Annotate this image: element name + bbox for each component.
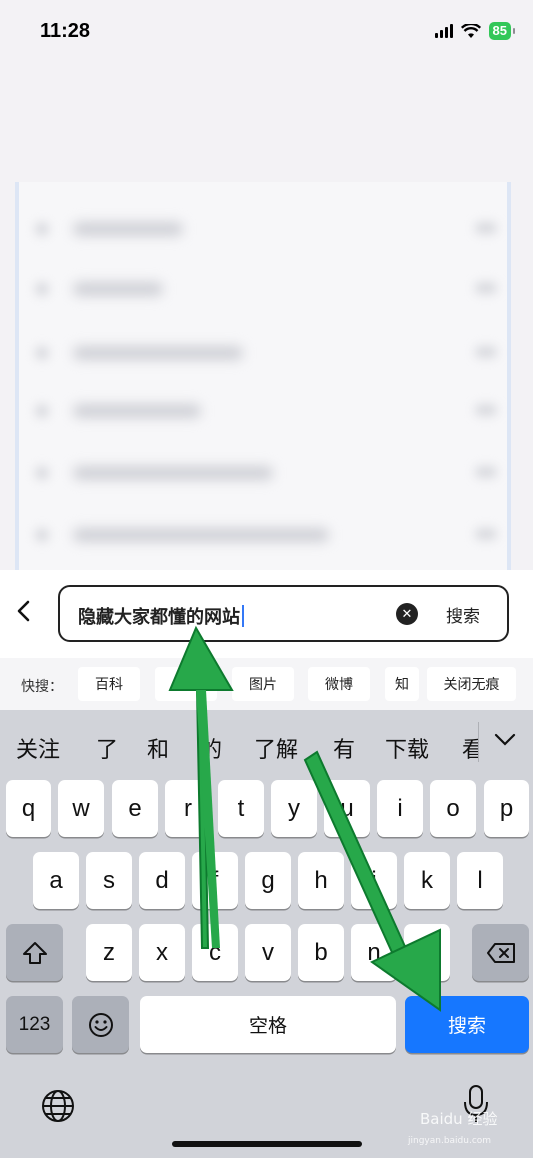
search-bar-row: 隐藏大家都懂的网站 ✕ 搜索 xyxy=(0,570,533,658)
key-h[interactable]: h xyxy=(298,852,344,909)
key-c[interactable]: c xyxy=(192,924,238,981)
candidate-word[interactable]: 和 xyxy=(147,732,169,764)
chevron-down-icon xyxy=(494,733,516,746)
key-u[interactable]: u xyxy=(324,780,370,837)
candidate-bar: 关注 了 和 的 了解 有 下载 看 xyxy=(0,710,533,778)
text-caret xyxy=(242,605,244,627)
search-input[interactable]: 隐藏大家都懂的网站 xyxy=(78,603,244,629)
wifi-icon xyxy=(460,23,481,38)
candidate-word[interactable]: 看 xyxy=(462,732,478,764)
watermark-logo: Baidu 经验 xyxy=(420,1110,498,1128)
search-submit-button[interactable]: 搜索 xyxy=(446,602,480,627)
globe-icon[interactable] xyxy=(40,1088,76,1128)
blurred-content xyxy=(15,182,511,574)
key-a[interactable]: a xyxy=(33,852,79,909)
numbers-key[interactable]: 123 xyxy=(6,996,63,1053)
key-k[interactable]: k xyxy=(404,852,450,909)
key-v[interactable]: v xyxy=(245,924,291,981)
back-button[interactable] xyxy=(14,598,46,630)
status-bar: 11:28 85 xyxy=(0,0,533,64)
key-o[interactable]: o xyxy=(430,780,476,837)
signal-icon xyxy=(434,24,453,38)
emoji-key[interactable] xyxy=(72,996,129,1053)
key-y[interactable]: y xyxy=(271,780,317,837)
chip-baike[interactable]: 百科 xyxy=(78,667,140,701)
key-p[interactable]: p xyxy=(484,780,529,837)
space-key[interactable]: 空格 xyxy=(140,996,396,1053)
quick-search-bar: 快搜： 百科 视 图片 微博 知 关闭无痕 xyxy=(0,658,533,710)
key-i[interactable]: i xyxy=(377,780,423,837)
chip-video[interactable]: 视 xyxy=(155,667,217,701)
shift-icon xyxy=(22,941,47,964)
key-q[interactable]: q xyxy=(6,780,51,837)
key-t[interactable]: t xyxy=(218,780,264,837)
candidate-word[interactable]: 的 xyxy=(200,732,222,764)
shift-key[interactable] xyxy=(6,924,63,981)
chip-close-incognito[interactable]: 关闭无痕 xyxy=(427,667,516,701)
status-time: 11:28 xyxy=(40,20,91,42)
candidate-word[interactable]: 了解 xyxy=(254,732,298,764)
chip-zhi[interactable]: 知 xyxy=(385,667,419,701)
key-l[interactable]: l xyxy=(457,852,503,909)
key-e[interactable]: e xyxy=(112,780,158,837)
candidate-word[interactable]: 下载 xyxy=(385,732,429,764)
back-arrow-icon xyxy=(17,600,30,622)
key-g[interactable]: g xyxy=(245,852,291,909)
chip-weibo[interactable]: 微博 xyxy=(308,667,370,701)
key-s[interactable]: s xyxy=(86,852,132,909)
watermark-url: jingyan.baidu.com xyxy=(408,1136,492,1146)
candidate-divider xyxy=(478,722,479,762)
search-query-text: 隐藏大家都懂的网站 xyxy=(78,607,240,628)
key-x[interactable]: x xyxy=(139,924,185,981)
key-b[interactable]: b xyxy=(298,924,344,981)
candidate-word[interactable]: 关注 xyxy=(16,732,60,764)
candidate-word[interactable]: 有 xyxy=(333,732,355,764)
candidate-word[interactable]: 了 xyxy=(96,732,118,764)
search-box[interactable]: 隐藏大家都懂的网站 ✕ 搜索 xyxy=(58,585,509,642)
key-f[interactable]: f xyxy=(192,852,238,909)
emoji-icon xyxy=(88,1012,113,1037)
key-d[interactable]: d xyxy=(139,852,185,909)
key-j[interactable]: j xyxy=(351,852,397,909)
candidate-expand-button[interactable] xyxy=(494,728,516,753)
status-icons: 85 xyxy=(434,22,516,40)
home-indicator xyxy=(172,1141,362,1147)
key-n[interactable]: n xyxy=(351,924,397,981)
battery-icon: 85 xyxy=(488,22,516,40)
key-w[interactable]: w xyxy=(58,780,104,837)
key-r[interactable]: r xyxy=(165,780,211,837)
key-z[interactable]: z xyxy=(86,924,132,981)
clear-icon[interactable]: ✕ xyxy=(396,603,418,625)
backspace-icon xyxy=(486,942,515,963)
backspace-key[interactable] xyxy=(472,924,529,981)
keyboard: 关注 了 和 的 了解 有 下载 看 q w e r t y u i o p a… xyxy=(0,710,533,1158)
chip-images[interactable]: 图片 xyxy=(232,667,294,701)
search-key[interactable]: 搜索 xyxy=(405,996,529,1053)
key-m[interactable]: m xyxy=(404,924,450,981)
quick-search-label: 快搜： xyxy=(21,679,63,695)
